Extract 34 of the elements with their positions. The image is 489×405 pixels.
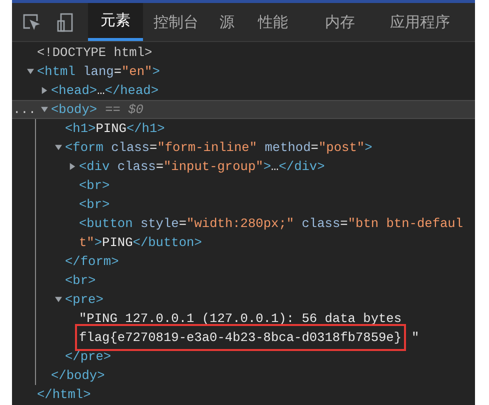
dom-node-line[interactable]: <br> [65,270,96,290]
dom-node-line[interactable]: <div class="input-group">…</div> [79,156,325,176]
dom-node-line[interactable]: <html lang="en"> [37,62,160,82]
collapse-triangle-icon[interactable] [55,144,62,151]
dom-node-line[interactable]: <form class="form-inline" method="post"> [65,138,372,158]
dom-node-line[interactable]: <pre> [65,290,104,310]
closing-tag-line[interactable]: </body> [51,366,105,386]
selected-node-note: == $0 [105,100,144,119]
dom-node-line[interactable]: <!DOCTYPE html> [37,42,152,62]
collapse-triangle-icon[interactable] [27,68,34,75]
inspect-element-icon[interactable] [22,13,40,31]
dom-node-line[interactable]: <br> [79,194,110,214]
text-node-quote: " [412,328,420,347]
closing-tag-line[interactable]: </html> [37,384,91,404]
dom-node-line[interactable]: <button style="width:280px;" class="btn btn-defaul [79,214,464,234]
dom-node-line[interactable]: <head>…</head> [51,80,159,100]
devtools-tab[interactable]: 元素 [88,3,143,41]
dom-node-line[interactable]: <br> [79,176,110,196]
devtools-tab[interactable]: 源 [209,3,245,41]
collapse-triangle-icon[interactable] [55,296,62,303]
dom-node-line[interactable]: <body> [51,100,98,120]
dom-node-line[interactable]: <h1>PING</h1> [65,118,165,138]
devtools-tab[interactable]: 性能 [245,3,301,41]
expand-triangle-icon[interactable] [69,163,76,170]
selected-dom-row[interactable]: ... <body> == $0 [12,100,475,119]
devtools-tab[interactable]: 内存 [301,3,379,41]
devtools-tab[interactable]: 应用程序 [379,3,461,41]
device-toolbar-icon[interactable] [57,12,73,32]
dom-node-line[interactable]: t">PING</button> [79,232,202,252]
expand-triangle-icon[interactable] [41,87,48,94]
devtools-tab[interactable]: 控制台 [143,3,209,41]
closing-tag-line[interactable]: </form> [65,252,119,272]
collapse-triangle-icon[interactable] [41,106,48,113]
selection-marker: ... [13,100,36,119]
